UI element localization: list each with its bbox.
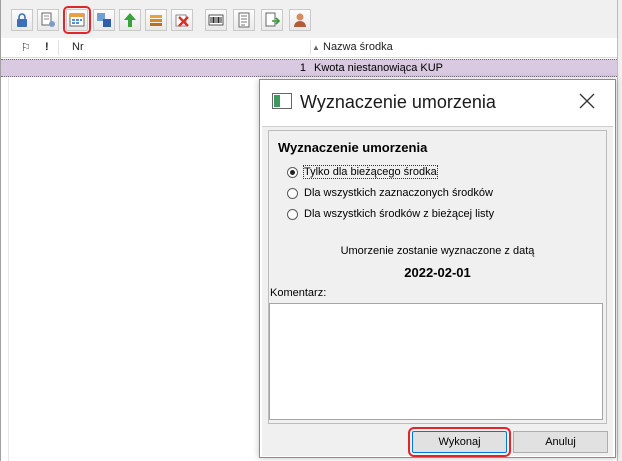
document-settings-button[interactable] <box>37 9 59 31</box>
lock-button[interactable] <box>11 9 33 31</box>
grid-header: ⚐ ! Nr ▲ Nazwa środka <box>1 38 617 58</box>
dialog-title: Wyznaczenie umorzenia <box>300 92 496 112</box>
document-settings-icon <box>41 12 55 27</box>
delete-icon <box>175 14 189 27</box>
depreciation-date: 2022-02-01 <box>404 265 471 280</box>
radio-label: Dla wszystkich zaznaczonych środków <box>304 187 493 199</box>
column-separator <box>310 40 311 55</box>
batch-number-icon <box>97 13 111 27</box>
calculate-depreciation-button[interactable] <box>63 6 91 34</box>
batch-number-button[interactable] <box>93 9 115 31</box>
user-icon <box>294 13 306 27</box>
priority-column-header[interactable]: ! <box>45 41 49 53</box>
radio-button[interactable] <box>287 188 298 199</box>
toolbar <box>1 0 617 39</box>
barcode-icon <box>208 14 224 26</box>
list-document-icon <box>238 12 250 28</box>
user-button[interactable] <box>289 9 311 31</box>
radio-button[interactable] <box>287 209 298 220</box>
comment-textarea[interactable] <box>269 303 603 420</box>
name-column-header[interactable]: Nazwa środka <box>323 41 393 53</box>
lock-icon <box>17 13 27 27</box>
number-column-header[interactable]: Nr <box>72 41 84 53</box>
stack-button[interactable] <box>145 9 167 31</box>
upload-arrow-icon <box>124 13 136 27</box>
close-icon[interactable] <box>578 92 596 110</box>
dialog-body: Wyznaczenie umorzenia Tylko dla bieżąceg… <box>262 126 613 457</box>
group-title: Wyznaczenie umorzenia <box>278 140 428 155</box>
sort-ascending-icon: ▲ <box>312 43 320 52</box>
comment-label: Komentarz: <box>270 287 327 299</box>
options-group: Wyznaczenie umorzenia Tylko dla bieżąceg… <box>268 130 607 424</box>
grid-divider <box>8 59 9 461</box>
list-document-button[interactable] <box>233 9 255 31</box>
execute-button[interactable]: Wykonaj <box>408 427 511 457</box>
cancel-button[interactable]: Anuluj <box>513 431 608 453</box>
column-separator <box>58 40 59 55</box>
window-icon <box>272 93 292 109</box>
upload-button[interactable] <box>119 9 141 31</box>
row-asset-name: Kwota niestanowiąca KUP <box>314 62 444 74</box>
stack-icon <box>150 15 162 26</box>
export-icon <box>265 12 280 27</box>
window-right-edge <box>617 0 622 461</box>
radio-label: Dla wszystkich środków z bieżącej listy <box>304 208 495 220</box>
row-number: 1 <box>299 62 306 74</box>
delete-button[interactable] <box>171 9 193 31</box>
depreciation-dialog: Wyznaczenie umorzenia Wyznaczenie umorze… <box>259 79 616 458</box>
radio-label: Tylko dla bieżącego środka <box>303 165 438 179</box>
barcode-button[interactable] <box>205 9 227 31</box>
calculate-depreciation-icon <box>69 13 85 27</box>
export-button[interactable] <box>261 9 283 31</box>
flag-column-header[interactable]: ⚐ <box>21 41 31 54</box>
radio-button-selected[interactable] <box>287 167 298 178</box>
info-text: Umorzenie zostanie wyznaczone z datą <box>340 245 535 257</box>
table-row[interactable]: 1 Kwota niestanowiąca KUP <box>1 59 617 77</box>
